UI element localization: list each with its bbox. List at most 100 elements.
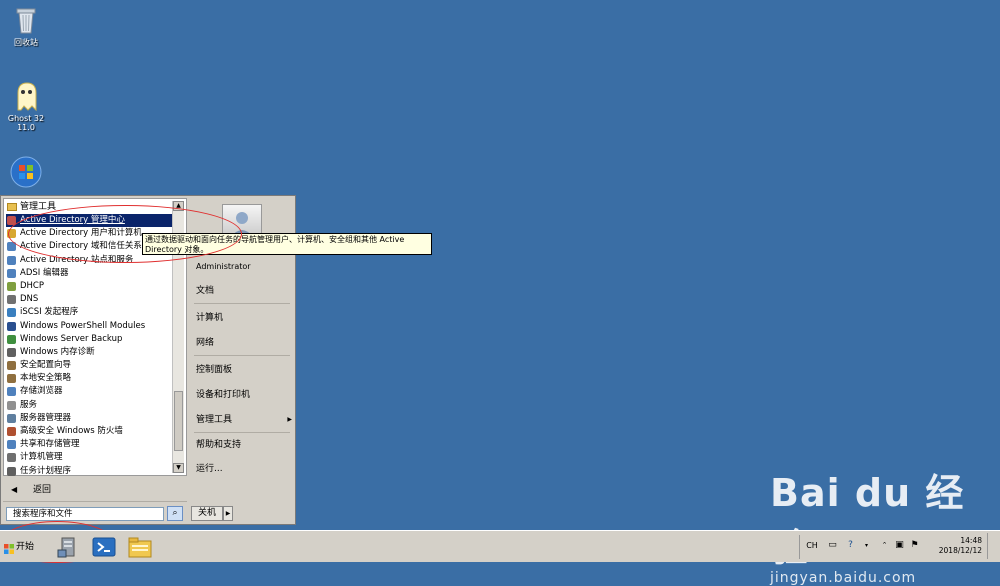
language-indicator[interactable]: CH (804, 539, 820, 552)
right-item-help-support[interactable]: 帮助和支持 (196, 438, 292, 452)
program-item[interactable]: 安全配置向导 (6, 359, 174, 372)
show-desktop-button[interactable] (987, 533, 998, 559)
right-item-label: 管理工具 (196, 415, 233, 425)
program-item[interactable]: iSCSI 发起程序 (6, 306, 174, 319)
program-icon (7, 255, 16, 265)
program-label: DNS (20, 294, 39, 305)
back-arrow-icon: ◀ (11, 485, 18, 494)
divider (194, 432, 290, 433)
program-item[interactable]: Windows Server Backup (6, 333, 174, 346)
right-item-control-panel[interactable]: 控制面板 (196, 363, 292, 377)
help-icon[interactable]: ? (844, 539, 857, 552)
program-item[interactable]: Windows PowerShell Modules (6, 320, 174, 333)
right-item-documents[interactable]: 文档 (196, 284, 292, 298)
program-item[interactable]: 共享和存储管理 (6, 438, 174, 451)
program-label: 服务 (20, 399, 38, 410)
program-icon (7, 229, 16, 239)
watermark-url: jingyan.baidu.com (770, 570, 917, 586)
program-icon (7, 427, 16, 436)
program-item[interactable]: 服务 (6, 399, 174, 412)
action-center-flag-icon[interactable]: ⚑ (908, 539, 921, 552)
program-icon (7, 413, 16, 423)
program-item[interactable]: 高级安全 Windows 防火墙 (6, 425, 174, 438)
ghost-icon (10, 80, 42, 112)
program-label: 高级安全 Windows 防火墙 (20, 426, 123, 436)
baidu-watermark: Bai du 经验 jingyan.baidu.com (770, 462, 1000, 586)
right-item-devices-printers[interactable]: 设备和打印机 (196, 388, 292, 402)
divider (194, 303, 290, 304)
program-icon (7, 242, 16, 252)
scroll-thumb[interactable] (174, 391, 183, 451)
search-icon[interactable]: ⌕ (167, 506, 183, 521)
clock[interactable]: 14:48 2018/12/12 (939, 536, 982, 556)
program-icon (7, 295, 16, 305)
keyboard-icon[interactable]: ▭ (826, 539, 839, 552)
program-item[interactable]: ADSI 编辑器 (6, 267, 174, 280)
program-label: 任务计划程序 (20, 465, 72, 476)
program-icon (7, 466, 16, 476)
program-label: Active Directory 管理中心 (20, 215, 125, 225)
desktop-icon-windows[interactable] (2, 156, 50, 188)
program-icon (7, 453, 16, 463)
folder-label: 管理工具 (20, 202, 57, 212)
server-manager-icon[interactable] (56, 534, 82, 560)
program-item[interactable]: 服务器管理器 (6, 412, 174, 425)
right-item-computer[interactable]: 计算机 (196, 311, 292, 325)
program-icon (7, 321, 16, 331)
program-icon (7, 361, 16, 371)
program-label: Windows 内存诊断 (20, 346, 95, 357)
right-item-run[interactable]: 运行... (196, 462, 292, 476)
program-label: 共享和存储管理 (20, 439, 80, 450)
divider (3, 501, 187, 502)
recycle-bin-icon (10, 4, 42, 36)
program-label: 存储浏览器 (20, 386, 63, 397)
show-hidden-icons-icon[interactable]: ⌃ (878, 539, 891, 552)
taskbar: 开始 CH ▭ ? ▾ ⌃ ▣ ⚑ 14:48 2018/12/12 (0, 530, 1000, 562)
powershell-icon[interactable] (91, 534, 117, 560)
windows-flag-icon (4, 543, 14, 554)
desktop-icon-label: Ghost 32 11.0 (7, 114, 45, 132)
network-icon[interactable]: ▣ (893, 539, 906, 552)
explorer-folder-icon[interactable] (127, 534, 153, 560)
program-item[interactable]: 本地安全策略 (6, 372, 174, 385)
program-item[interactable]: 存储浏览器 (6, 385, 174, 398)
program-icon (7, 308, 16, 318)
scroll-down-icon[interactable]: ▼ (173, 463, 184, 473)
program-icon (7, 281, 16, 291)
clock-date: 2018/12/12 (938, 546, 982, 555)
back-label: 返回 (33, 485, 52, 495)
system-tray: CH ▭ ? ▾ ⌃ ▣ ⚑ 14:48 2018/12/12 (799, 535, 986, 559)
divider (194, 355, 290, 356)
right-item-network[interactable]: 网络 (196, 336, 292, 350)
desktop-icon-recycle-bin[interactable]: 回收站 (2, 4, 50, 47)
program-item[interactable]: DHCP (6, 280, 174, 293)
program-item[interactable]: 计算机管理 (6, 451, 174, 464)
program-item[interactable]: Windows 内存诊断 (6, 346, 174, 359)
start-button[interactable]: 开始 (2, 538, 36, 557)
program-label: ADSI 编辑器 (20, 267, 69, 278)
program-item[interactable]: Active Directory 管理中心 (6, 214, 174, 228)
program-icon (7, 347, 16, 357)
tray-chevron-icon[interactable]: ▾ (860, 539, 873, 552)
program-icon (7, 216, 16, 225)
right-item-administrator[interactable]: Administrator (196, 260, 292, 274)
program-label: 计算机管理 (20, 452, 63, 463)
program-label: 本地安全策略 (20, 373, 72, 384)
program-label: 服务器管理器 (20, 412, 72, 423)
program-label: Active Directory 用户和计算机 (20, 228, 142, 239)
shutdown-button[interactable]: 关机 (191, 506, 223, 521)
programs-folder-header[interactable]: 管理工具 (6, 201, 56, 214)
program-item[interactable]: Active Directory 站点和服务 (6, 254, 174, 267)
clock-time: 14:48 (960, 536, 982, 545)
start-label: 开始 (16, 542, 35, 552)
back-button[interactable]: ◀ 返回 (3, 481, 187, 499)
submenu-arrow-icon: ▶ (287, 416, 292, 423)
right-item-admin-tools[interactable]: 管理工具 ▶ (196, 413, 292, 427)
program-item[interactable]: 任务计划程序 (6, 465, 174, 478)
scroll-up-icon[interactable]: ▲ (173, 201, 184, 211)
search-input[interactable]: 搜索程序和文件 (6, 507, 164, 521)
program-label: Windows PowerShell Modules (20, 320, 146, 331)
shutdown-options-arrow-icon[interactable]: ▶ (223, 506, 233, 521)
program-item[interactable]: DNS (6, 293, 174, 306)
desktop-icon-ghost[interactable]: Ghost 32 11.0 (2, 80, 50, 132)
